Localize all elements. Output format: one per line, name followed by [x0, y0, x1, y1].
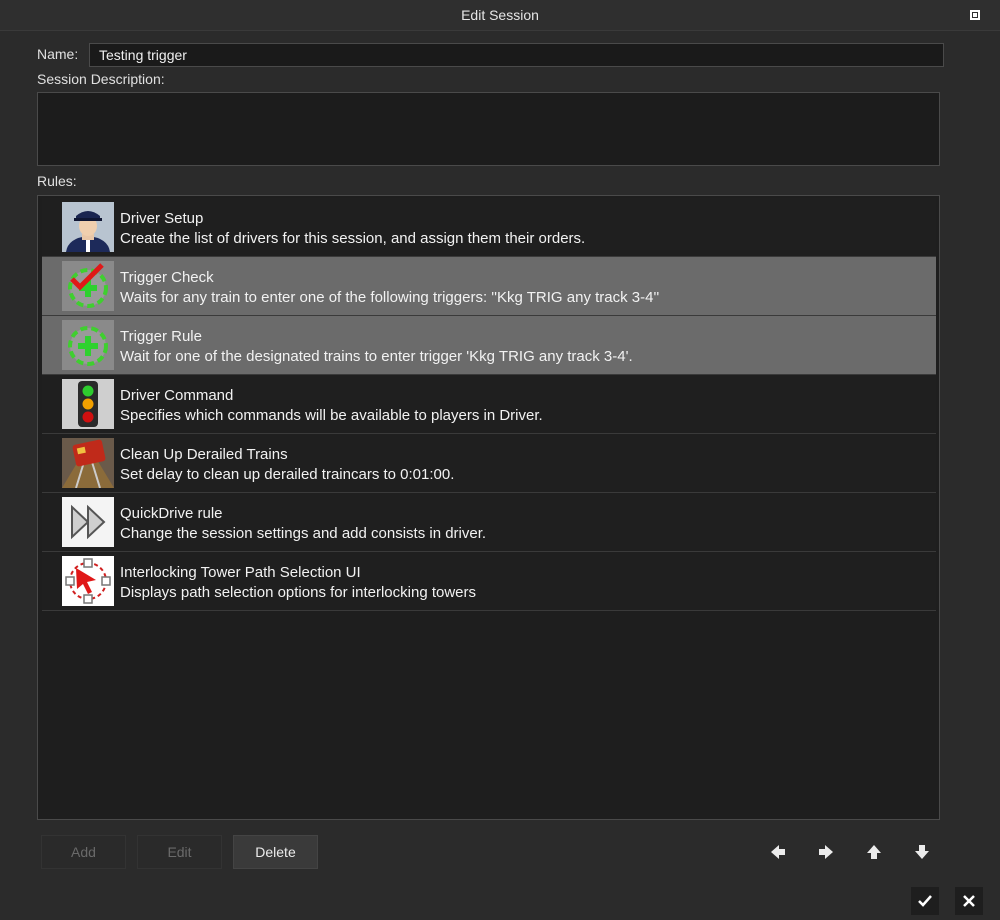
rule-title: QuickDrive rule — [120, 505, 223, 522]
edit-button[interactable]: Edit — [137, 835, 222, 869]
rule-description: Wait for one of the designated trains to… — [120, 348, 633, 365]
rule-title: Clean Up Derailed Trains — [120, 446, 288, 463]
path-selection-icon — [62, 556, 114, 606]
maximize-icon[interactable] — [970, 10, 980, 20]
confirm-icon[interactable] — [911, 887, 939, 915]
rules-list[interactable]: Driver Setup Create the list of drivers … — [37, 195, 940, 820]
rule-description: Waits for any train to enter one of the … — [120, 289, 660, 306]
add-button[interactable]: Add — [41, 835, 126, 869]
rule-title: Trigger Check — [120, 269, 214, 286]
close-icon[interactable] — [955, 887, 983, 915]
arrow-right-icon[interactable] — [816, 842, 836, 862]
trigger-check-icon — [62, 261, 114, 311]
rule-description: Displays path selection options for inte… — [120, 584, 477, 601]
arrow-down-icon[interactable] — [912, 842, 932, 862]
delete-button[interactable]: Delete — [233, 835, 318, 869]
trigger-rule-icon — [62, 320, 114, 370]
description-textarea[interactable] — [37, 92, 940, 166]
rule-title: Driver Command — [120, 387, 234, 404]
traffic-light-icon — [62, 379, 114, 429]
rule-title: Interlocking Tower Path Selection UI — [120, 564, 361, 581]
rule-description: Create the list of drivers for this sess… — [120, 230, 586, 247]
name-label: Name: — [37, 46, 79, 62]
arrow-up-icon[interactable] — [864, 842, 884, 862]
rule-item-driver-command[interactable]: Driver Command Specifies which commands … — [42, 375, 936, 434]
rule-description: Specifies which commands will be availab… — [120, 407, 543, 424]
rules-label: Rules: — [37, 173, 77, 189]
window-title: Edit Session — [461, 7, 539, 23]
rule-item-trigger-check[interactable]: Trigger Check Waits for any train to ent… — [42, 257, 936, 316]
description-label: Session Description: — [37, 71, 165, 87]
name-input[interactable]: Testing trigger — [89, 43, 944, 67]
rule-description: Set delay to clean up derailed traincars… — [120, 466, 455, 483]
rule-title: Trigger Rule — [120, 328, 202, 345]
arrow-left-icon[interactable] — [768, 842, 788, 862]
driver-icon — [62, 202, 114, 252]
rule-item-driver-setup[interactable]: Driver Setup Create the list of drivers … — [42, 198, 936, 257]
rule-item-quickdrive[interactable]: QuickDrive rule Change the session setti… — [42, 493, 936, 552]
rule-item-clean-up[interactable]: Clean Up Derailed Trains Set delay to cl… — [42, 434, 936, 493]
rule-description: Change the session settings and add cons… — [120, 525, 487, 542]
rule-title: Driver Setup — [120, 210, 204, 227]
rule-item-trigger-rule[interactable]: Trigger Rule Wait for one of the designa… — [42, 316, 936, 375]
derailed-train-icon — [62, 438, 114, 488]
fast-forward-icon — [62, 497, 114, 547]
rule-item-interlocking-tower[interactable]: Interlocking Tower Path Selection UI Dis… — [42, 552, 936, 611]
title-bar: Edit Session — [0, 0, 1000, 31]
